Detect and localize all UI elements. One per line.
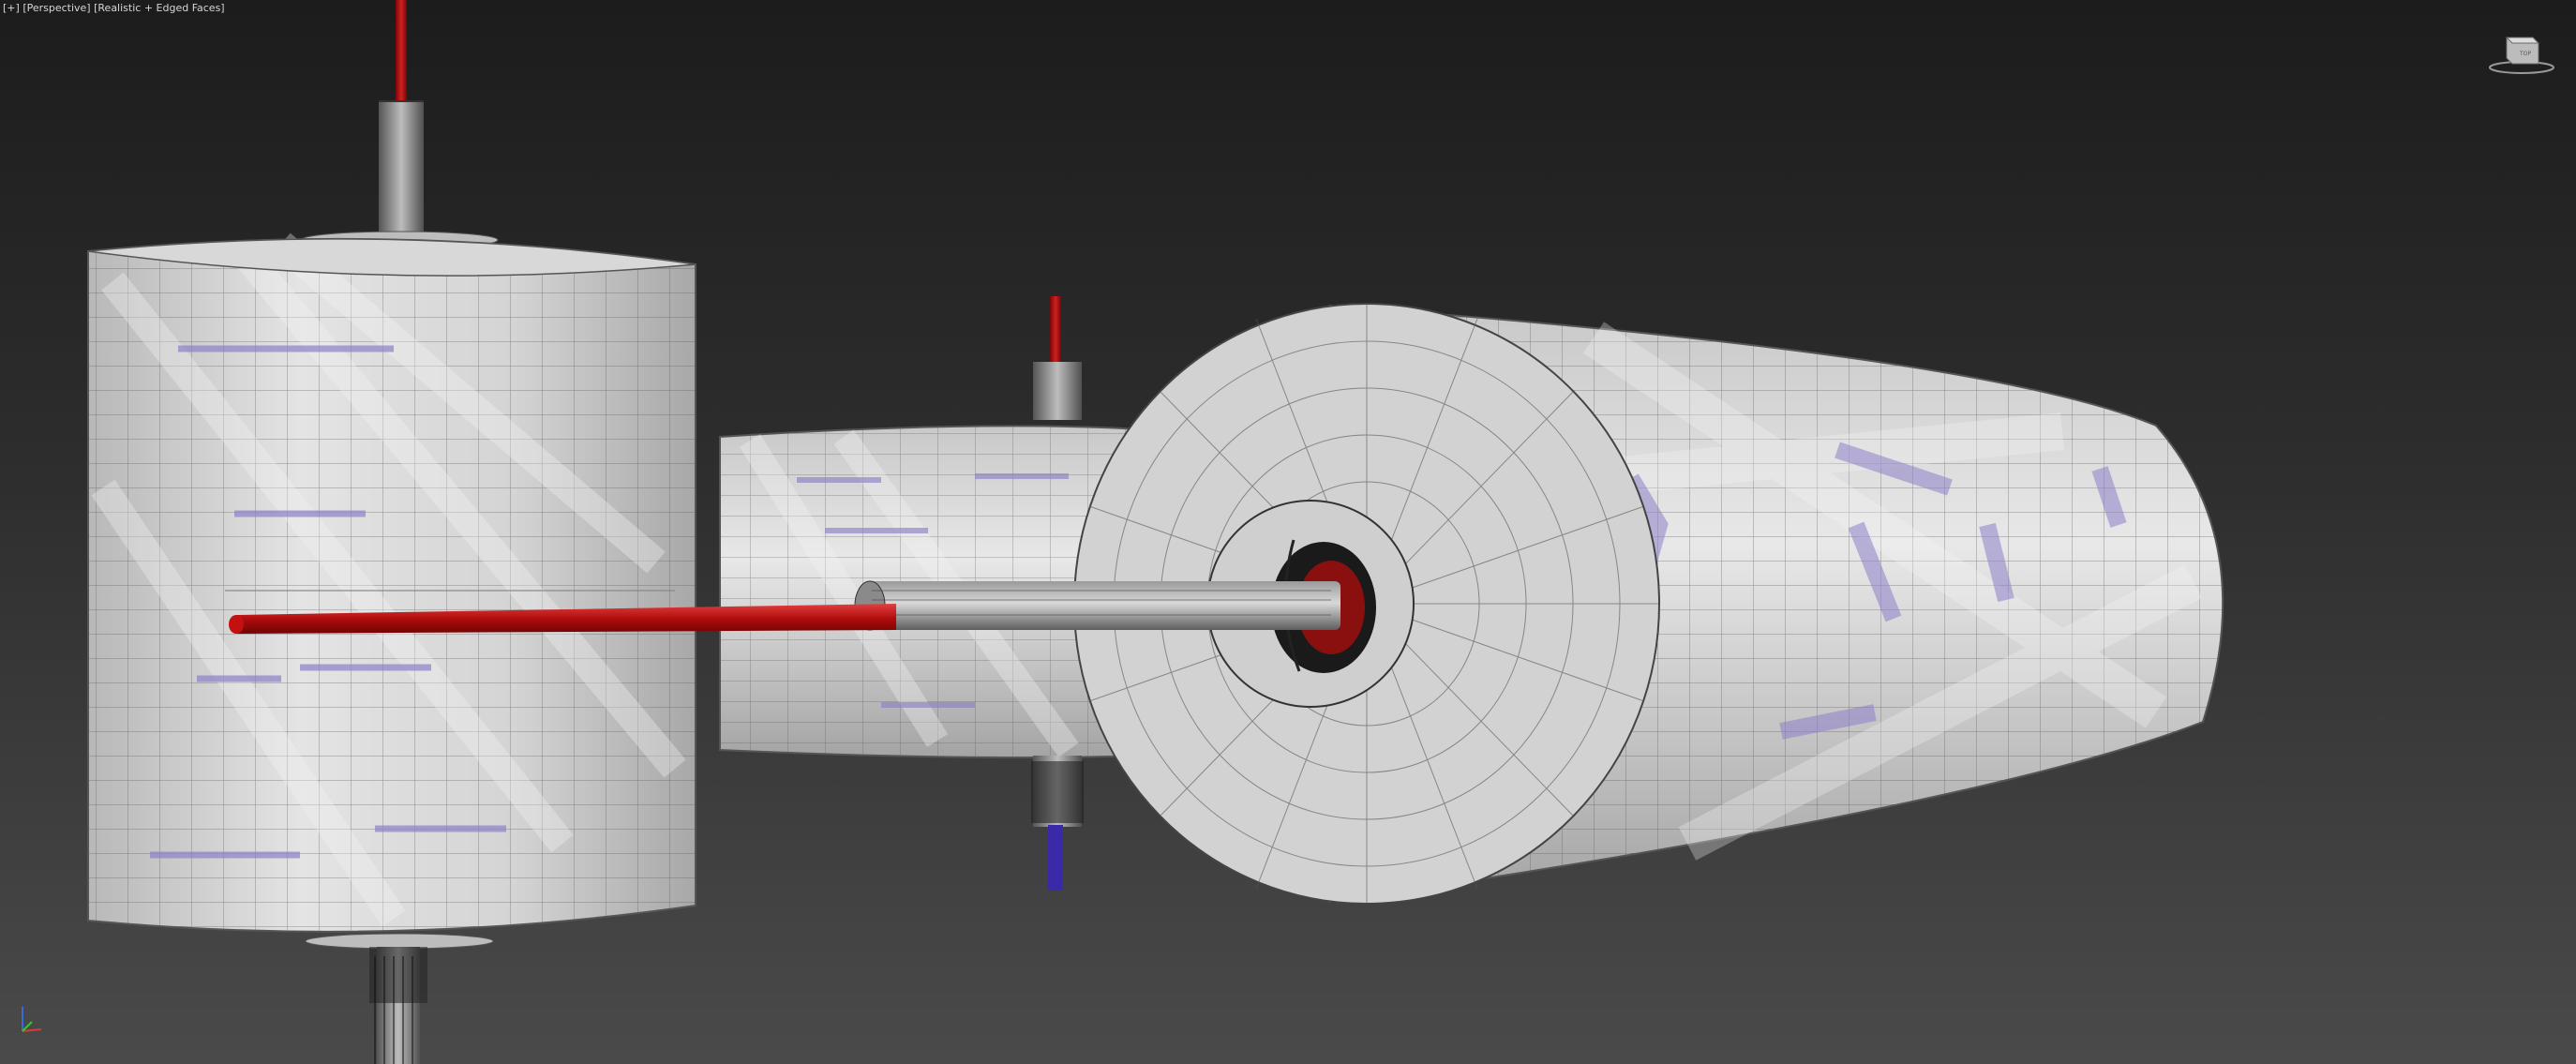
3d-viewport[interactable]: [+] [Perspective] [Realistic + Edged Fac…	[0, 0, 2576, 1064]
world-axis-tripod-icon	[22, 1007, 42, 1032]
left-cylinder[interactable]	[87, 231, 696, 933]
scene-render[interactable]	[0, 0, 2576, 1064]
viewcube-face-label: TOP	[2519, 51, 2531, 57]
left-top-shaft[interactable]	[379, 0, 424, 232]
left-bottom-shaft[interactable]	[305, 933, 494, 1064]
viewcube-icon[interactable]: TOP	[2484, 26, 2559, 82]
horizontal-grey-shaft[interactable]	[854, 580, 1340, 631]
